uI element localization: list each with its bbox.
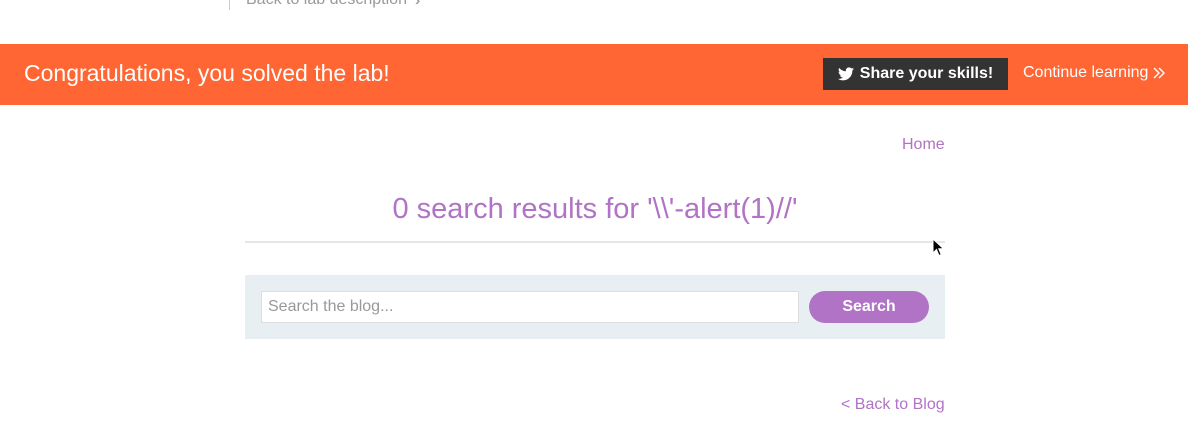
share-skills-button[interactable]: Share your skills! xyxy=(823,58,1008,90)
top-divider xyxy=(229,0,230,10)
double-chevron-right-icon xyxy=(1152,66,1166,80)
back-to-lab-link[interactable]: Back to lab description ›› xyxy=(246,0,422,9)
twitter-icon xyxy=(837,67,854,81)
home-link[interactable]: Home xyxy=(902,136,945,154)
lab-solved-banner: Congratulations, you solved the lab! Sha… xyxy=(0,44,1188,105)
back-to-lab-label: Back to lab description xyxy=(246,0,407,9)
share-skills-label: Share your skills! xyxy=(859,65,994,82)
banner-title: Congratulations, you solved the lab! xyxy=(24,60,390,86)
search-input[interactable] xyxy=(261,291,799,323)
continue-learning-link[interactable]: Continue learning xyxy=(1023,64,1166,82)
search-button[interactable]: Search xyxy=(809,291,929,323)
continue-learning-label: Continue learning xyxy=(1023,64,1149,81)
search-panel: Search xyxy=(245,275,945,339)
heading-divider xyxy=(245,241,945,243)
double-chevron-right-icon: ›› xyxy=(414,0,422,8)
top-strip: Back to lab description ›› xyxy=(0,0,1188,44)
back-to-blog-link[interactable]: < Back to Blog xyxy=(841,396,945,414)
mouse-cursor-icon xyxy=(932,237,946,258)
search-results-heading: 0 search results for '\\'-alert(1)//' xyxy=(392,193,798,225)
